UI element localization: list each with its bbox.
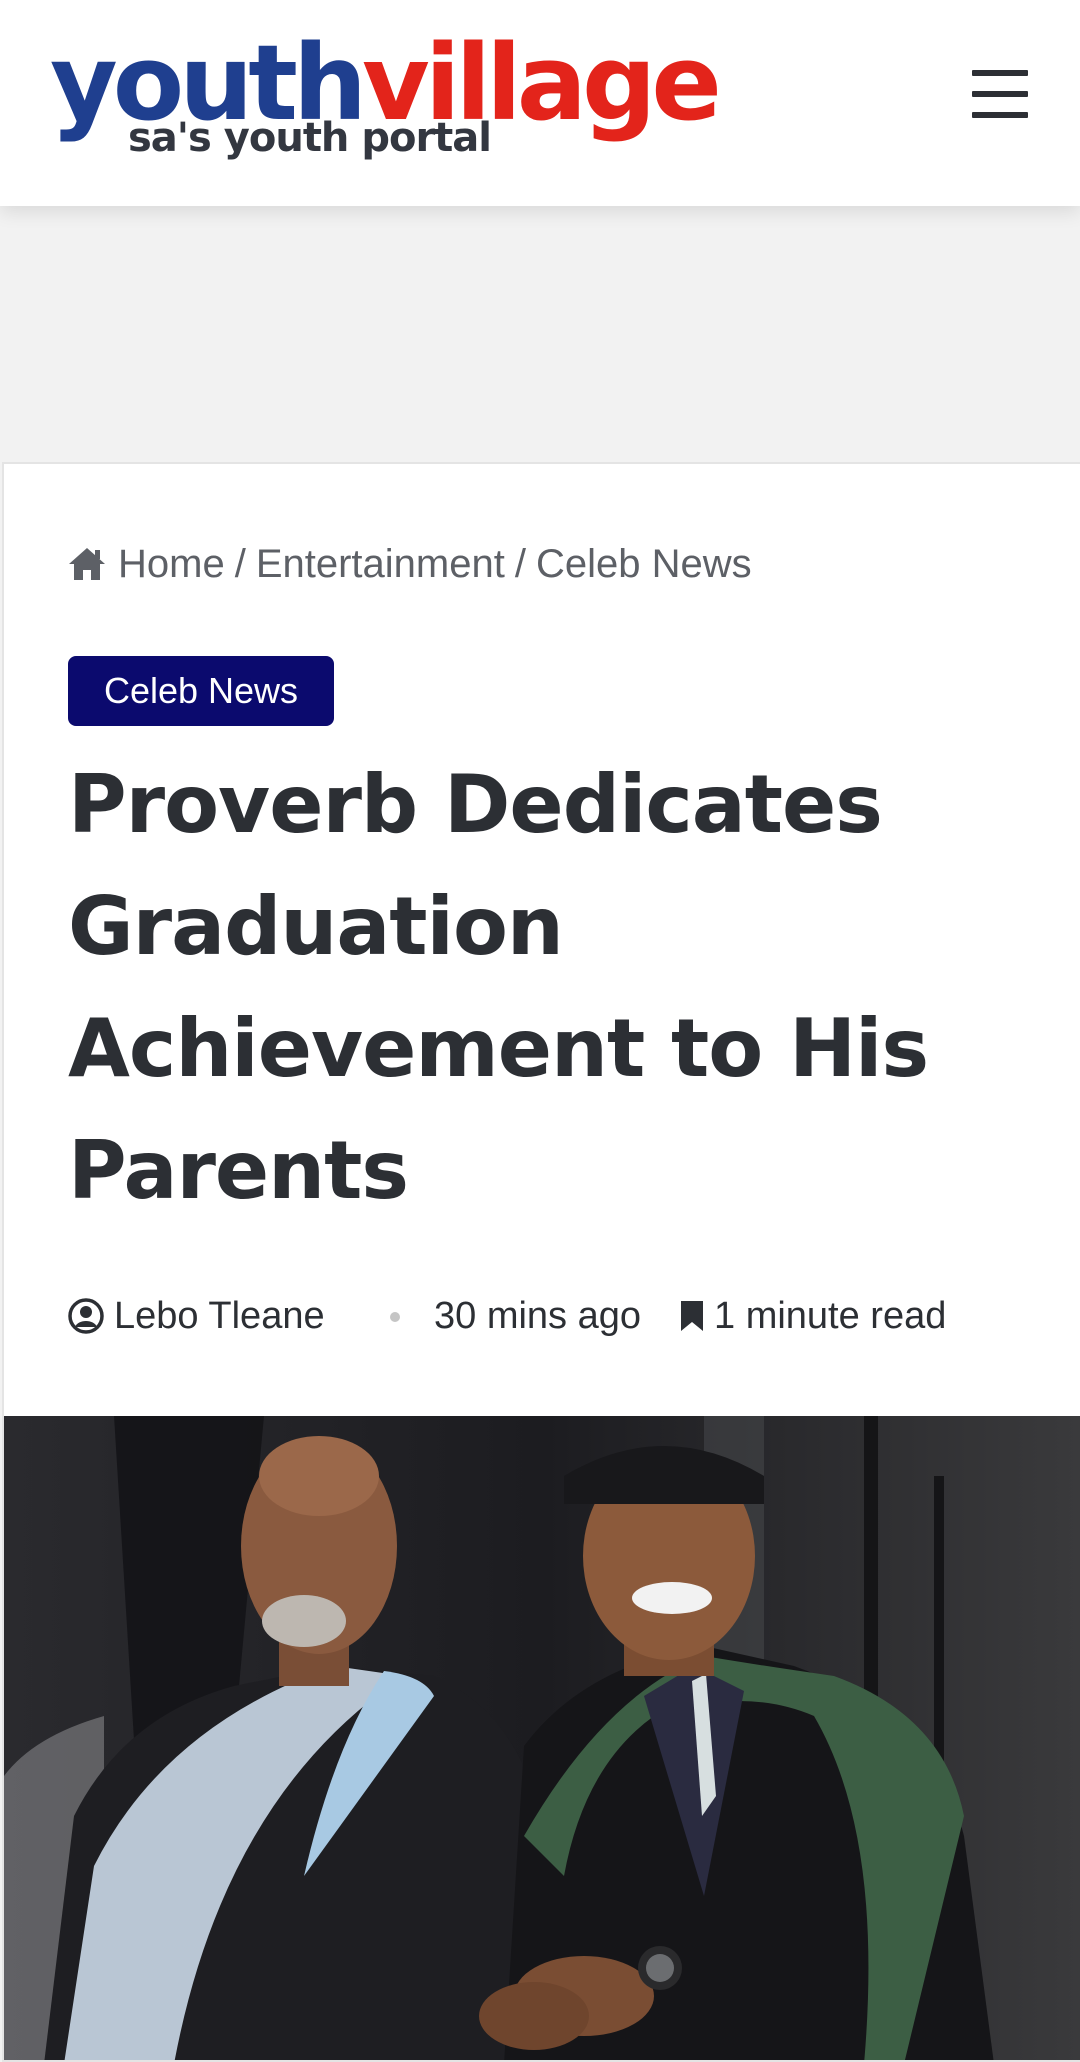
author-link[interactable]: Lebo Tleane bbox=[68, 1286, 325, 1346]
meta-separator-dot bbox=[390, 1312, 400, 1322]
breadcrumb: Home / Entertainment / Celeb News bbox=[68, 536, 752, 592]
menu-bar-bottom bbox=[972, 112, 1028, 118]
article-meta: Lebo Tleane 30 mins ago 1 minute read bbox=[68, 1286, 1048, 1346]
read-time: 1 minute read bbox=[680, 1286, 946, 1346]
ad-placeholder bbox=[0, 206, 1080, 462]
hamburger-menu-icon[interactable] bbox=[966, 64, 1036, 124]
menu-bar-top bbox=[972, 70, 1028, 76]
article-hero-image[interactable] bbox=[4, 1416, 1080, 2060]
breadcrumb-entertainment[interactable]: Entertainment bbox=[256, 536, 505, 592]
user-circle-icon bbox=[68, 1298, 104, 1334]
breadcrumb-home[interactable]: Home bbox=[118, 536, 225, 592]
read-time-label: 1 minute read bbox=[714, 1295, 947, 1337]
breadcrumb-separator: / bbox=[514, 542, 526, 586]
site-header: youthvillage sa's youth portal bbox=[0, 0, 1080, 206]
menu-bar-middle bbox=[972, 91, 1028, 97]
home-icon bbox=[69, 548, 105, 580]
article-card: Home / Entertainment / Celeb News Celeb … bbox=[2, 462, 1080, 2062]
post-date: 30 mins ago bbox=[434, 1286, 641, 1346]
logo-tagline: sa's youth portal bbox=[128, 115, 492, 161]
breadcrumb-separator: / bbox=[234, 542, 246, 586]
breadcrumb-current: Celeb News bbox=[535, 542, 752, 586]
post-time-ago: 30 mins ago bbox=[434, 1295, 642, 1337]
graduation-photo bbox=[4, 1416, 1080, 2060]
site-logo[interactable]: youthvillage sa's youth portal bbox=[50, 28, 722, 168]
article-title: Proverb Dedicates Graduation Achievement… bbox=[68, 758, 929, 1217]
category-badge[interactable]: Celeb News bbox=[68, 656, 334, 726]
author-name: Lebo Tleane bbox=[114, 1295, 325, 1337]
bookmark-icon bbox=[681, 1301, 703, 1331]
